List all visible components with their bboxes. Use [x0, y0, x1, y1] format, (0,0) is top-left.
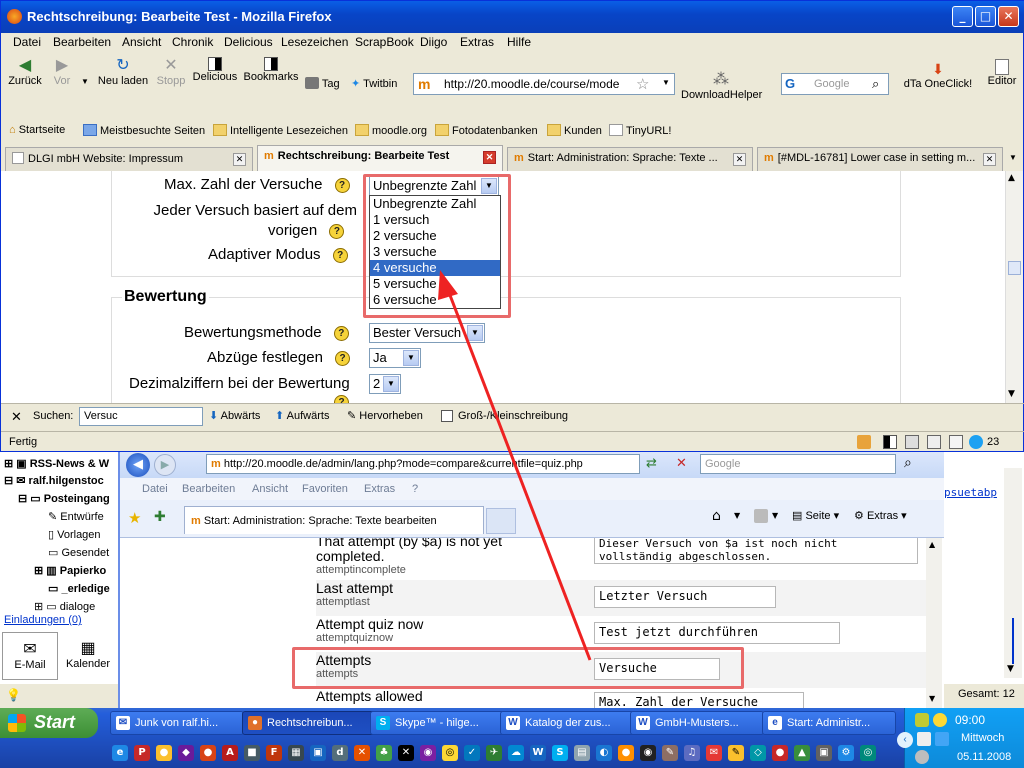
security-shield-icon[interactable]	[933, 713, 947, 727]
word-launch-icon[interactable]: W	[530, 745, 546, 761]
app-launch-icon[interactable]: ▣	[310, 745, 326, 761]
app-launch-icon[interactable]: ●	[772, 745, 788, 761]
task-label: Junk von ralf.hi...	[135, 717, 219, 729]
app-launch-icon[interactable]: ●	[618, 745, 634, 761]
app-launch-icon[interactable]: ✕	[354, 745, 370, 761]
task-firefox[interactable]: ● Rechtschreibun...	[242, 711, 376, 735]
tray-app-icon[interactable]	[915, 713, 929, 727]
app-launch-icon[interactable]: ■	[244, 745, 260, 761]
explorer-launch-icon[interactable]: ●	[156, 745, 172, 761]
windows-logo-icon	[8, 714, 26, 732]
app-launch-icon[interactable]: ⚙	[838, 745, 854, 761]
volume-icon[interactable]	[915, 750, 929, 764]
ie-launch-icon[interactable]: e	[112, 745, 128, 761]
ie-icon: e	[768, 716, 782, 730]
app-launch-icon[interactable]: ♫	[684, 745, 700, 761]
skype-launch-icon[interactable]: S	[552, 745, 568, 761]
app-launch-icon[interactable]: ▲	[794, 745, 810, 761]
clock-time[interactable]: 09:00	[955, 713, 985, 727]
tray-app-icon[interactable]	[935, 732, 949, 746]
app-launch-icon[interactable]: ▤	[574, 745, 590, 761]
system-tray: ‹ 09:00 Mittwoch 05.11.2008	[897, 708, 1024, 768]
chevron-left-icon[interactable]: ‹	[897, 732, 913, 748]
pdf-launch-icon[interactable]: P	[134, 745, 150, 761]
quick-launch-bar: e P ● ◆ ● A ■ F ▦ ▣ d ✕ ♣ ✕ ◉ ◎ ✓ ✈ ☁ W …	[108, 743, 898, 765]
task-word-gmbh[interactable]: W GmbH-Musters...	[630, 711, 764, 735]
app-launch-icon[interactable]: ✓	[464, 745, 480, 761]
filezilla-launch-icon[interactable]: F	[266, 745, 282, 761]
app-launch-icon[interactable]: ▦	[288, 745, 304, 761]
clock-date: 05.11.2008	[957, 751, 1012, 763]
task-outlook[interactable]: ✉ Junk von ralf.hi...	[110, 711, 244, 735]
app-launch-icon[interactable]: ✕	[398, 745, 414, 761]
outlook-icon: ✉	[116, 716, 130, 730]
app-launch-icon[interactable]: ♣	[376, 745, 392, 761]
skype-icon: S	[376, 716, 390, 730]
task-word-katalog[interactable]: W Katalog der zus...	[500, 711, 634, 735]
dba-launch-icon[interactable]: d	[332, 745, 348, 761]
firefox-launch-icon[interactable]: ●	[200, 745, 216, 761]
task-skype[interactable]: S Skype™ - hilge...	[370, 711, 504, 735]
app-launch-icon[interactable]: ▣	[816, 745, 832, 761]
app-launch-icon[interactable]: ✎	[728, 745, 744, 761]
firefox-icon: ●	[248, 716, 262, 730]
start-label: Start	[34, 712, 76, 732]
annotation-arrow	[438, 270, 592, 661]
app-launch-icon[interactable]: ◇	[750, 745, 766, 761]
network-icon[interactable]	[917, 732, 931, 746]
clock-day: Mittwoch	[961, 732, 1005, 744]
app-launch-icon[interactable]: ✎	[662, 745, 678, 761]
app-launch-icon[interactable]: ✈	[486, 745, 502, 761]
app-launch-icon[interactable]: ◉	[420, 745, 436, 761]
task-label: Skype™ - hilge...	[395, 717, 479, 729]
app-launch-icon[interactable]: ◐	[596, 745, 612, 761]
app-launch-icon[interactable]: ✉	[706, 745, 722, 761]
task-label: Rechtschreibun...	[267, 717, 353, 729]
task-label: Start: Administr...	[787, 717, 871, 729]
app-launch-icon[interactable]: ☁	[508, 745, 524, 761]
task-ie[interactable]: e Start: Administr...	[762, 711, 896, 735]
app-launch-icon[interactable]: ◎	[860, 745, 876, 761]
taskbar: Start ✉ Junk von ralf.hi... ● Rechtschreib…	[0, 708, 1024, 768]
acrobat-launch-icon[interactable]: A	[222, 745, 238, 761]
start-button[interactable]: Start	[0, 708, 98, 738]
task-label: Katalog der zus...	[525, 717, 611, 729]
app-launch-icon[interactable]: ◆	[178, 745, 194, 761]
app-launch-icon[interactable]: ◉	[640, 745, 656, 761]
app-launch-icon[interactable]: ◎	[442, 745, 458, 761]
task-label: GmbH-Musters...	[655, 717, 739, 729]
word-icon: W	[506, 716, 520, 730]
word-icon: W	[636, 716, 650, 730]
